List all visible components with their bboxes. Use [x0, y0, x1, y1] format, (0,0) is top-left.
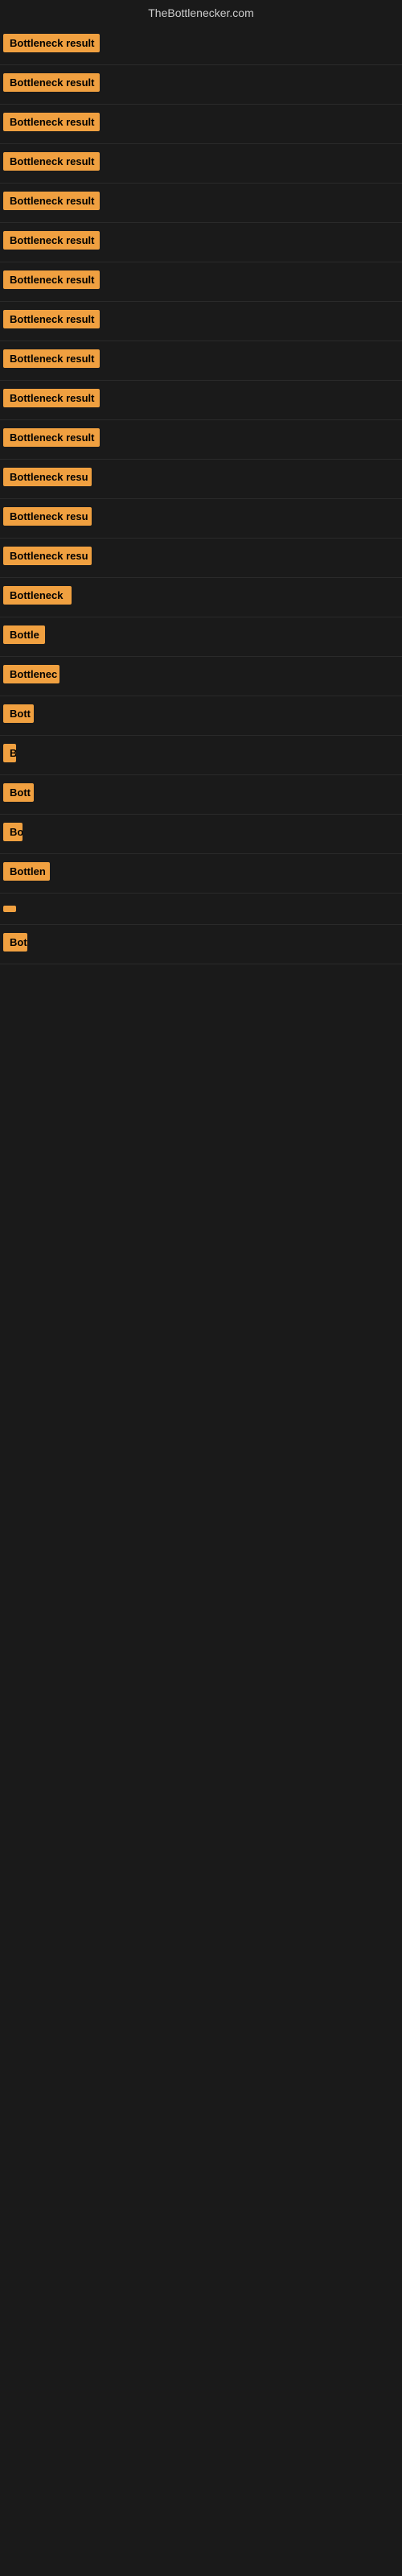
bottleneck-result-badge[interactable]: B — [3, 744, 16, 762]
bottleneck-result-badge[interactable]: Bottleneck resu — [3, 468, 92, 486]
list-item: Bot — [0, 925, 402, 964]
bottleneck-result-badge[interactable]: Bottleneck result — [3, 231, 100, 250]
bottleneck-result-badge[interactable]: Bottleneck result — [3, 270, 100, 289]
list-item: Bottleneck result — [0, 65, 402, 105]
list-item: Bottleneck result — [0, 420, 402, 460]
page-container: TheBottlenecker.com Bottleneck result Bot… — [0, 0, 402, 964]
bottleneck-result-badge[interactable]: Bottleneck result — [3, 310, 100, 328]
list-item: Bottlenec — [0, 657, 402, 696]
list-item: Bottleneck result — [0, 381, 402, 420]
bottleneck-result-badge[interactable]: Bottleneck resu — [3, 507, 92, 526]
list-item: Bottleneck result — [0, 184, 402, 223]
list-item: Bottleneck result — [0, 144, 402, 184]
list-item: Bottleneck resu — [0, 539, 402, 578]
list-item: Bottleneck — [0, 578, 402, 617]
bottleneck-result-badge[interactable]: Bottlen — [3, 862, 50, 881]
bottleneck-result-badge[interactable]: Bottlenec — [3, 665, 59, 683]
list-item: Bott — [0, 775, 402, 815]
bottleneck-result-badge[interactable]: Bottleneck result — [3, 192, 100, 210]
bottleneck-result-badge[interactable]: Bottleneck result — [3, 34, 100, 52]
bottleneck-result-badge[interactable]: Bottleneck result — [3, 428, 100, 447]
list-item: Bottle — [0, 617, 402, 657]
site-title: TheBottlenecker.com — [0, 0, 402, 26]
list-item: Bottleneck result — [0, 105, 402, 144]
bottleneck-result-badge[interactable] — [3, 906, 16, 912]
bottleneck-result-badge[interactable]: Bottleneck result — [3, 152, 100, 171]
bottleneck-result-badge[interactable]: Bottleneck — [3, 586, 72, 605]
bottleneck-result-badge[interactable]: Bottleneck result — [3, 389, 100, 407]
bottleneck-result-badge[interactable]: Bottleneck result — [3, 113, 100, 131]
bottleneck-result-badge[interactable]: Bott — [3, 704, 34, 723]
list-item: Bottleneck result — [0, 223, 402, 262]
bottleneck-result-badge[interactable]: Bott — [3, 783, 34, 802]
list-item: Bottleneck resu — [0, 460, 402, 499]
list-item — [0, 894, 402, 925]
bottleneck-result-badge[interactable]: Bottleneck result — [3, 349, 100, 368]
bottleneck-result-badge[interactable]: Bo — [3, 823, 23, 841]
bottleneck-result-badge[interactable]: Bottleneck resu — [3, 547, 92, 565]
list-item: Bottleneck resu — [0, 499, 402, 539]
list-item: Bottleneck result — [0, 341, 402, 381]
list-item: Bottlen — [0, 854, 402, 894]
list-item: B — [0, 736, 402, 775]
list-item: Bo — [0, 815, 402, 854]
bottleneck-result-badge[interactable]: Bottleneck result — [3, 73, 100, 92]
list-item: Bottleneck result — [0, 302, 402, 341]
list-item: Bottleneck result — [0, 26, 402, 65]
list-item: Bott — [0, 696, 402, 736]
list-item: Bottleneck result — [0, 262, 402, 302]
bottleneck-result-badge[interactable]: Bot — [3, 933, 27, 952]
bottleneck-result-badge[interactable]: Bottle — [3, 625, 45, 644]
